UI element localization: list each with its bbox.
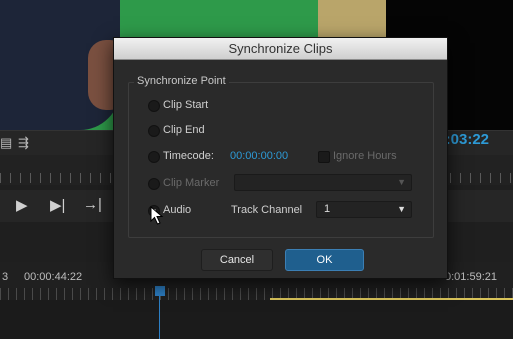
clip-end-label[interactable]: Clip End — [163, 124, 205, 136]
playhead-line — [159, 296, 160, 339]
insert-icon[interactable]: →| — [83, 196, 102, 213]
work-area-bar[interactable] — [270, 298, 513, 300]
cancel-button[interactable]: Cancel — [201, 249, 273, 271]
synchronize-point-label: Synchronize Point — [134, 75, 229, 87]
step-forward-icon[interactable]: ▶| — [50, 196, 65, 214]
clip-marker-dropdown[interactable]: ▼ — [234, 174, 412, 191]
waveform-icon[interactable]: ⇶ — [18, 131, 29, 155]
clip-start-label[interactable]: Clip Start — [163, 99, 208, 111]
timeline-time-partial: 3 — [2, 271, 9, 283]
dropdown-arrow-icon: ▼ — [397, 177, 406, 187]
clip-marker-label[interactable]: Clip Marker — [163, 177, 219, 189]
timeline-time-2: 0:01:59:21 — [445, 271, 497, 283]
synchronize-clips-dialog: Synchronize Clips Synchronize Point Clip… — [113, 37, 448, 279]
mouse-cursor-icon — [150, 206, 164, 225]
clip-start-radio[interactable] — [148, 100, 160, 112]
timecode-label[interactable]: Timecode: — [163, 150, 214, 162]
play-icon[interactable]: ▶ — [16, 196, 28, 214]
settings-icon[interactable]: ▤ — [0, 131, 12, 155]
dropdown-arrow-icon: ▼ — [397, 204, 406, 214]
timecode-value-field[interactable]: 00:00:00:00 — [230, 150, 288, 162]
audio-label[interactable]: Audio — [163, 204, 191, 216]
track-channel-value: 1 — [324, 203, 331, 215]
clip-marker-radio[interactable] — [148, 178, 160, 190]
playhead-handle[interactable] — [155, 286, 165, 296]
timeline-track-area[interactable] — [0, 300, 513, 339]
ok-button[interactable]: OK — [285, 249, 364, 271]
dialog-title: Synchronize Clips — [228, 41, 333, 56]
playhead-timecode[interactable]: :03:22 — [446, 131, 489, 148]
clip-end-radio[interactable] — [148, 125, 160, 137]
timecode-radio[interactable] — [148, 151, 160, 163]
timeline-time-1: 00:00:44:22 — [24, 271, 83, 283]
dialog-titlebar[interactable]: Synchronize Clips — [114, 38, 447, 60]
track-channel-label: Track Channel — [231, 204, 303, 216]
ignore-hours-label[interactable]: Ignore Hours — [333, 150, 397, 162]
ignore-hours-checkbox[interactable] — [318, 151, 330, 163]
track-channel-dropdown[interactable]: 1 ▼ — [316, 201, 412, 218]
